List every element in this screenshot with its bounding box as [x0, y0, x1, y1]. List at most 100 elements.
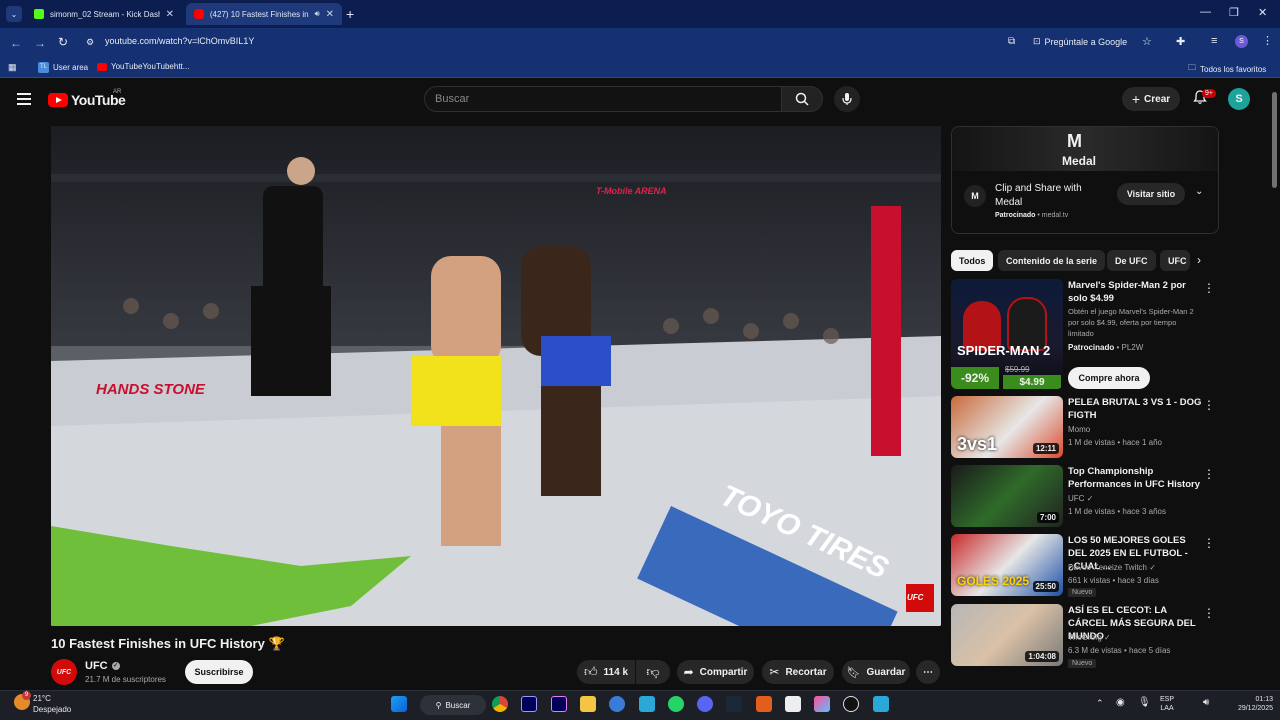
recommendation-title[interactable]: Marvel's Spider-Man 2 por solo $4.99 [1068, 279, 1203, 305]
new-tab-button[interactable]: + [346, 6, 354, 22]
dislike-button[interactable]: 👎︎ [636, 660, 670, 684]
settings-icon[interactable] [609, 696, 625, 712]
recommendation-item[interactable]: GOLES 2025 25:50 LOS 50 MEJORES GOLES DE… [951, 534, 1219, 598]
chrome-icon[interactable] [492, 696, 508, 712]
recommendation-item[interactable]: 7:00 Top Championship Performances in UF… [951, 465, 1219, 529]
page-scrollbar[interactable] [1272, 92, 1277, 188]
volume-icon[interactable]: 🔊︎ [1203, 697, 1209, 708]
system-clock[interactable]: 01:13 29/12/2025 [1225, 695, 1273, 713]
recommendation-title[interactable]: Top Championship Performances in UFC His… [1068, 465, 1203, 491]
reload-icon[interactable]: ↻ [58, 35, 68, 49]
tray-mic-icon[interactable]: 🎙︎ [1138, 697, 1151, 708]
chip-series[interactable]: Contenido de la serie [998, 250, 1106, 271]
video-thumbnail[interactable]: GOLES 2025 25:50 [951, 534, 1063, 596]
all-favorites-folder[interactable]: 🗀 Todos los favoritos [1188, 62, 1266, 76]
weather-widget[interactable]: 21°C Despejado [33, 693, 71, 715]
video-player[interactable]: T-Mobile ARENA HANDS STONE TOYO TIRES UF… [51, 126, 941, 626]
app-f2-icon[interactable] [873, 696, 889, 712]
extensions-icon[interactable]: ✚ [1176, 35, 1185, 48]
app-f-icon[interactable] [639, 696, 655, 712]
back-icon[interactable]: ← [10, 36, 22, 50]
obs-icon[interactable] [843, 696, 859, 712]
subscribe-button[interactable]: Suscribirse [185, 660, 253, 684]
chevron-down-icon[interactable]: ⌄ [1195, 186, 1203, 197]
ad-thumbnail[interactable]: SPIDER-MAN 2 -92% $59.99 $4.99 [951, 279, 1063, 389]
recommendation-title[interactable]: PELEA BRUTAL 3 VS 1 - DOG FIGTH [1068, 396, 1203, 422]
more-vert-icon[interactable]: ⋮ [1203, 536, 1215, 550]
media-control-icon[interactable]: ≡ [1211, 35, 1217, 47]
bookmark-user-area[interactable]: TL User area [38, 62, 88, 73]
save-button[interactable]: 🔖︎ Guardar [842, 660, 910, 684]
buy-now-button[interactable]: Compre ahora [1068, 367, 1150, 389]
discord-icon[interactable] [697, 696, 713, 712]
restore-icon[interactable]: ❐ [1229, 6, 1239, 19]
windows-start-icon[interactable] [391, 696, 407, 712]
ask-google-button[interactable]: ⊡ Pregúntale a Google [1033, 36, 1127, 47]
app-a-icon[interactable] [756, 696, 772, 712]
browser-tab-youtube[interactable]: (427) 10 Fastest Finishes in 🔊︎ ✕ [186, 3, 342, 25]
more-vert-icon[interactable]: ⋮ [1203, 467, 1215, 481]
url-field[interactable]: youtube.com/watch?v=lChOmvBIL1Y [105, 36, 254, 46]
search-input[interactable]: Buscar [424, 86, 782, 112]
video-thumbnail[interactable]: 7:00 [951, 465, 1063, 527]
chip-from-ufc[interactable]: De UFC [1107, 250, 1156, 271]
tray-app-icon[interactable]: ◉ [1116, 697, 1125, 708]
clip-button[interactable]: ✂ Recortar [762, 660, 834, 684]
recommendation-item[interactable]: 3vs1 12:11 PELEA BRUTAL 3 VS 1 - DOG FIG… [951, 396, 1219, 460]
recommendation-channel[interactable]: UFC ✓ [1068, 493, 1093, 505]
site-info-icon[interactable]: ⚙ [86, 37, 94, 48]
video-thumbnail[interactable]: 3vs1 12:11 [951, 396, 1063, 458]
more-vert-icon[interactable]: ⋮ [1203, 398, 1215, 412]
tab-list-chevron-icon[interactable]: ⌄ [6, 6, 22, 22]
bookmark-youtube[interactable]: YouTubeYouTubehtt... [97, 62, 189, 71]
apps-grid-icon[interactable]: ▦ [8, 62, 17, 73]
more-vert-icon[interactable]: ⋮ [1203, 606, 1215, 620]
create-button[interactable]: + Crear [1122, 87, 1180, 111]
kick-favicon-icon [34, 9, 44, 19]
recommendation-channel[interactable]: TheGrefg ✓ [1068, 632, 1111, 644]
video-duration: 7:00 [1036, 512, 1059, 523]
premiere-icon[interactable] [551, 696, 567, 712]
chevron-right-icon[interactable]: › [1197, 253, 1201, 267]
minimize-icon[interactable]: — [1200, 6, 1211, 18]
recommendation-ad[interactable]: SPIDER-MAN 2 -92% $59.99 $4.99 Marvel's … [951, 279, 1219, 391]
close-tab-icon[interactable]: ✕ [326, 9, 334, 20]
speaker-icon[interactable]: 🔊︎ [315, 9, 320, 19]
tray-chevron-icon[interactable]: ⌃ [1096, 698, 1104, 709]
channel-avatar[interactable]: UFC [51, 659, 77, 685]
bookmark-star-icon[interactable]: ☆ [1142, 35, 1152, 48]
account-avatar[interactable]: S [1228, 88, 1250, 110]
browser-menu-icon[interactable]: ⋮ [1262, 34, 1273, 47]
close-window-icon[interactable]: ✕ [1258, 6, 1267, 19]
profile-avatar[interactable]: S [1235, 35, 1248, 48]
chip-ufc[interactable]: UFC [1160, 250, 1190, 271]
file-explorer-icon[interactable] [580, 696, 596, 712]
like-button[interactable]: 👍︎ 114 k [577, 660, 635, 684]
voice-search-button[interactable] [834, 86, 860, 112]
more-vert-icon[interactable]: ⋮ [1203, 281, 1215, 295]
sponsored-ad-card[interactable]: M Medal M Clip and Share with Medal Patr… [951, 126, 1219, 234]
install-app-icon[interactable]: ⧉ [1008, 36, 1015, 47]
search-button[interactable] [781, 86, 823, 112]
visit-site-button[interactable]: Visitar sitio [1117, 183, 1185, 205]
language-indicator[interactable]: ESP LAA [1160, 695, 1174, 713]
app-gradient-icon[interactable] [814, 696, 830, 712]
whatsapp-icon[interactable] [668, 696, 684, 712]
share-button[interactable]: ➦ Compartir [677, 660, 754, 684]
recommendation-channel[interactable]: Davoo Xeneize Twitch ✓ [1068, 562, 1156, 574]
close-tab-icon[interactable]: ✕ [166, 9, 174, 20]
recommendation-item[interactable]: 1:04:08 ASÍ ES EL CECOT: LA CÁRCEL MÁS S… [951, 604, 1219, 668]
channel-name[interactable]: UFC ✓ [85, 660, 120, 672]
hamburger-menu-icon[interactable] [17, 93, 31, 105]
video-thumbnail[interactable]: 1:04:08 [951, 604, 1063, 666]
chip-all[interactable]: Todos [951, 250, 994, 271]
taskbar-search[interactable]: ⚲ Buscar [420, 695, 486, 715]
after-effects-icon[interactable] [521, 696, 537, 712]
capcut-icon[interactable] [785, 696, 801, 712]
browser-tab-kick[interactable]: simonm_02 Stream - Kick Dashb ✕ [26, 3, 182, 25]
steam-icon[interactable] [726, 696, 742, 712]
forward-icon[interactable]: → [34, 36, 46, 50]
more-actions-button[interactable]: ⋯ [916, 660, 940, 684]
recommendation-channel[interactable]: Momo [1068, 424, 1090, 436]
ad-thumbnail-title: SPIDER-MAN 2 [957, 343, 1051, 358]
